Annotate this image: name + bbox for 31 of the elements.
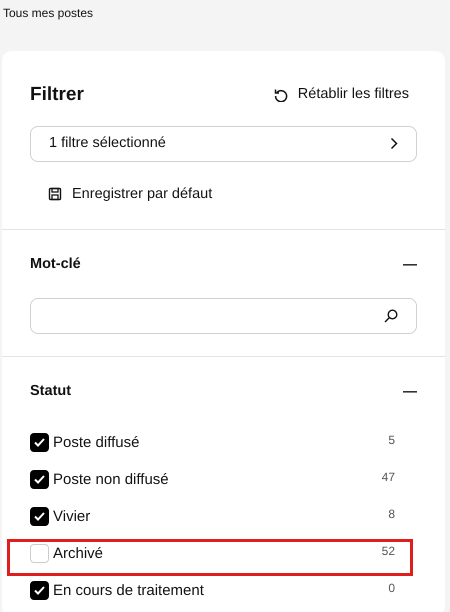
page-title: Tous mes postes [2,5,94,22]
save-default-button[interactable]: Enregistrer par défaut [48,184,212,206]
checkmark-icon [34,438,45,447]
panel-title: Filtrer [30,83,84,107]
checkbox[interactable] [30,506,49,526]
minus-icon [403,264,417,266]
section-title: Statut [30,382,72,401]
section-title: Mot-clé [30,255,81,274]
checkbox-label: Poste diffusé [53,432,140,452]
keyword-field[interactable] [30,298,417,334]
checkbox[interactable] [30,580,49,600]
checkmark-icon [34,512,45,521]
checkbox-label: Vivier [53,506,90,526]
reset-filters-button[interactable]: Rétablir les filtres [274,84,409,106]
item-count: 8 [388,506,395,521]
selected-filters-button[interactable]: 1 filtre sélectionné [30,126,417,162]
search-icon [384,309,398,323]
checkbox-label: Poste non diffusé [53,470,169,489]
item-count: 52 [382,544,395,558]
item-count: 0 [388,580,395,595]
item-count: 5 [388,432,395,447]
minus-icon [403,390,417,393]
checkmark-icon [34,474,45,484]
chevron-right-icon [390,137,398,150]
checkmark-icon [34,586,45,595]
reset-icon [274,88,288,102]
checkbox[interactable] [30,432,49,452]
checkbox-label: Archivé [53,544,104,563]
item-count: 47 [382,470,395,484]
checkbox-label: En cours de traitement [53,580,204,600]
checkbox[interactable] [30,470,49,489]
